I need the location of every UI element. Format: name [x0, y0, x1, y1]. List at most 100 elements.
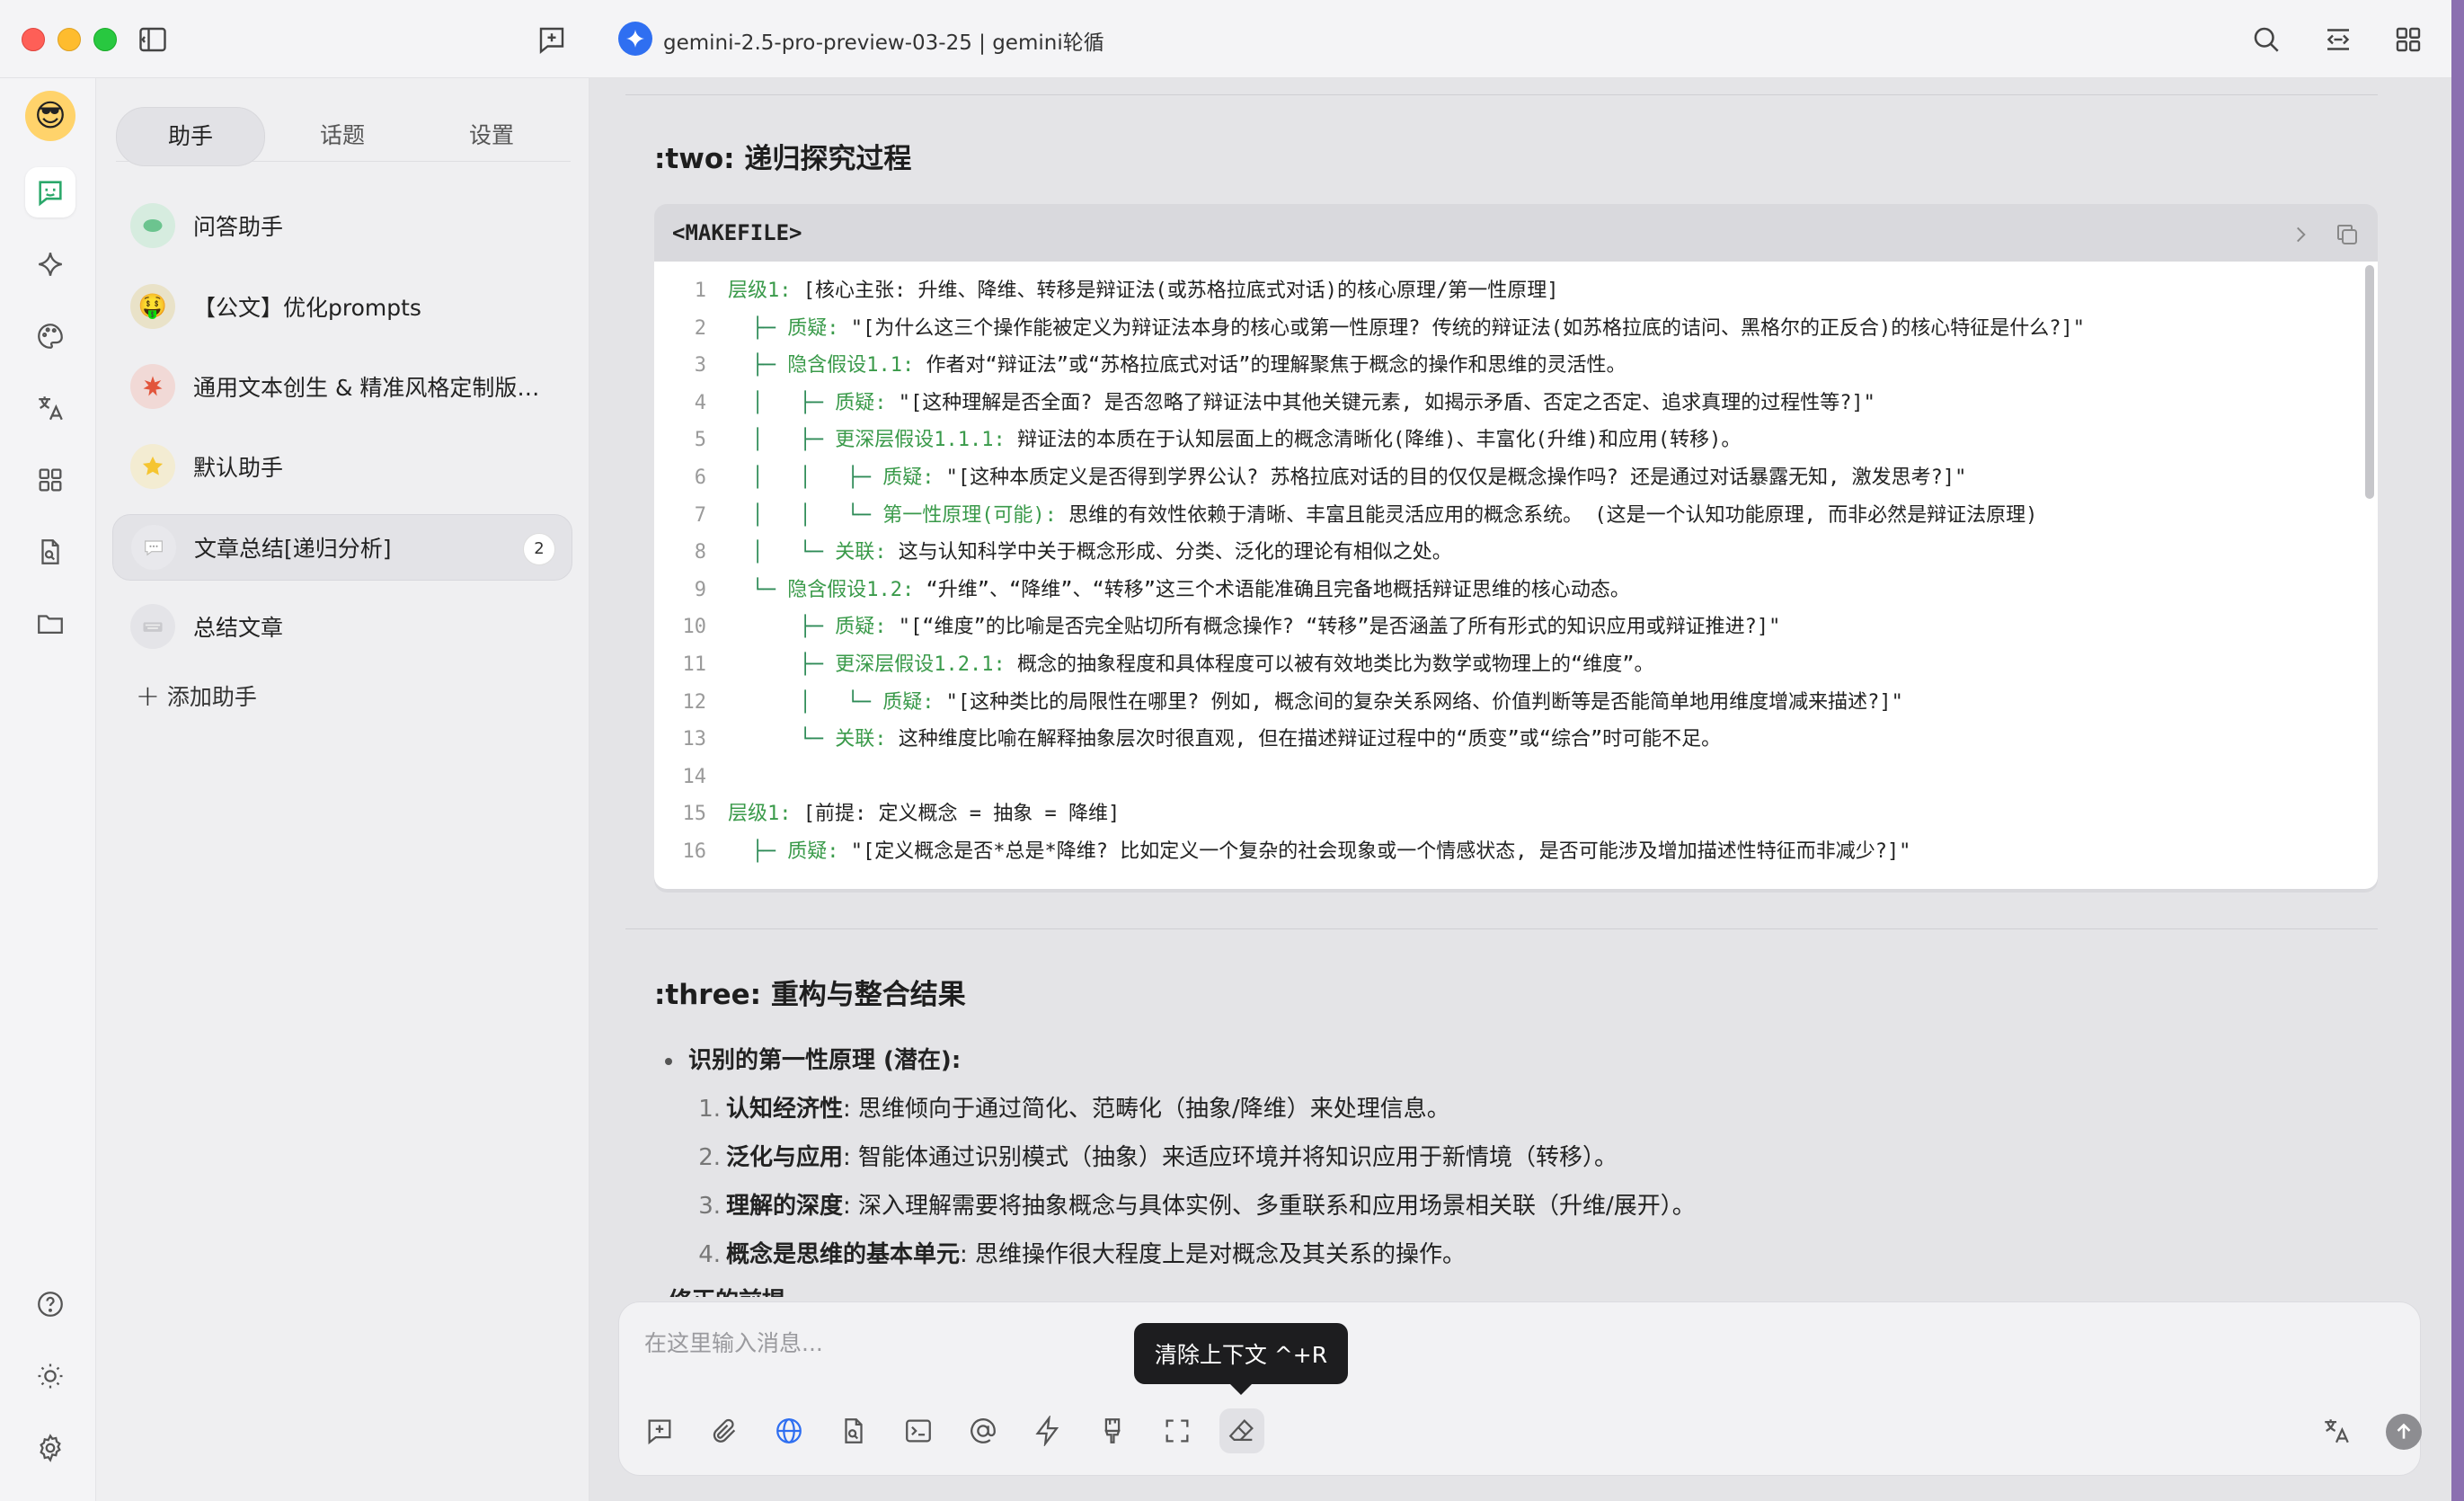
knowledge-file-icon[interactable] [25, 527, 75, 577]
list-number: 2. [698, 1144, 721, 1171]
money-face-icon: 🤑 [130, 284, 175, 329]
bullet-title: 识别的第一性原理 (潜在): [688, 1047, 962, 1074]
assistant-item-active[interactable]: 文章总结[递归分析] 2 [112, 514, 572, 581]
keyboard-icon [130, 604, 175, 649]
assistants-chat-icon[interactable] [25, 167, 75, 218]
code-line: 9 └─ 隐含假设1.2: “升维”、“降维”、“转移”这三个术语能准确且完备地… [654, 572, 1630, 608]
clear-context-eraser-icon[interactable] [1219, 1408, 1264, 1453]
attachment-icon[interactable] [702, 1408, 747, 1453]
close-window-button[interactable] [22, 28, 45, 51]
settings-gear-icon[interactable] [25, 1423, 75, 1473]
web-search-globe-icon[interactable] [767, 1408, 811, 1453]
paint-brush-icon[interactable] [1090, 1408, 1135, 1453]
line-number: 3 [694, 354, 706, 377]
search-icon[interactable] [2247, 20, 2286, 59]
code-body[interactable]: 1 层级1: [核心主张: 升维、降维、转移是辩证法(或苏格拉底式对话)的核心原理… [654, 262, 2378, 889]
tab-assistants[interactable]: 助手 [116, 107, 265, 166]
bullet-dot [665, 1057, 672, 1065]
assistant-item[interactable]: 总结文章 [112, 594, 571, 659]
assistant-item[interactable]: 问答助手 [112, 193, 571, 258]
code-key: 层级1: [728, 280, 792, 302]
code-key: 隐含假设1.1: [787, 354, 915, 377]
paint-palette-icon[interactable] [25, 311, 75, 361]
tab-topics[interactable]: 话题 [278, 107, 407, 164]
assistant-item[interactable]: 🤑 【公文】优化prompts [112, 274, 571, 339]
mini-apps-grid-icon[interactable] [2389, 20, 2428, 59]
line-number: 14 [682, 765, 707, 788]
model-title[interactable]: gemini-2.5-pro-preview-03-25 | gemini轮循 [663, 25, 1104, 56]
panel-tabs: 助手 话题 设置 [116, 93, 571, 166]
line-number: 10 [682, 616, 707, 639]
tree-branch: ├─ [728, 653, 836, 676]
code-text: 辩证法的本质在于认知层面上的概念清晰化(降维)、丰富化(升维)和应用(转移)。 [1005, 429, 1742, 452]
new-topic-icon[interactable] [637, 1408, 682, 1453]
knowledge-base-icon[interactable] [831, 1408, 876, 1453]
principle-term: 理解的深度 [726, 1193, 844, 1220]
section-heading: :three: 重构与整合结果 [654, 979, 966, 1011]
assistant-label: 总结文章 [193, 615, 284, 641]
new-topic-icon[interactable] [532, 20, 572, 59]
quick-phrase-lightning-icon[interactable] [1025, 1408, 1070, 1453]
code-scrollbar[interactable] [2365, 265, 2374, 499]
toggle-sidebar-icon[interactable] [133, 20, 173, 59]
fullscreen-expand-icon[interactable] [1155, 1408, 1200, 1453]
help-icon[interactable] [25, 1279, 75, 1329]
code-text: “升维”、“降维”、“转移”这三个术语能准确且完备地概括辩证思维的核心动态。 [914, 578, 1630, 601]
code-key: 质疑: [787, 316, 839, 340]
code-line: 10 ├─ 质疑: "[“维度”的比喻是否完全贴切所有概念操作? “转移”是否涵… [654, 608, 1781, 645]
code-key: 质疑: [835, 616, 887, 639]
line-number: 7 [694, 503, 706, 527]
line-number: 1 [694, 280, 706, 302]
assistant-item[interactable]: 默认助手 [112, 434, 571, 499]
plus-icon: + [136, 679, 160, 713]
add-assistant-button[interactable]: + 添加助手 [136, 679, 257, 713]
copy-icon[interactable] [2331, 218, 2363, 251]
speech-bubble-icon [131, 525, 176, 570]
app-window: gemini-2.5-pro-preview-03-25 | gemini轮循 … [0, 0, 2452, 1501]
folder-icon[interactable] [25, 599, 75, 649]
terminal-icon[interactable] [896, 1408, 941, 1453]
translate-input-icon[interactable] [2314, 1408, 2359, 1453]
code-line: 2 ├─ 质疑: "[为什么这三个操作能被定义为辩证法本身的核心或第一性原理? … [654, 310, 2085, 347]
narrow-mode-icon[interactable] [2318, 20, 2358, 59]
theme-toggle-icon[interactable] [25, 1351, 75, 1401]
line-number: 5 [694, 429, 706, 452]
tab-settings[interactable]: 设置 [427, 107, 556, 164]
assistant-item[interactable]: 通用文本创生 & 精准风格定制版… [112, 354, 571, 419]
user-avatar[interactable]: 😎 [25, 91, 75, 141]
message-input[interactable]: 在这里输入消息... [644, 1326, 823, 1358]
tree-branch: │ │ └─ [728, 503, 883, 527]
code-text: 作者对“辩证法”或“苏格拉底式对话”的理解聚焦于概念的操作和思维的灵活性。 [914, 354, 1626, 377]
assistant-label: 文章总结[递归分析] [194, 536, 392, 562]
agents-sparkle-icon[interactable] [25, 239, 75, 289]
message-input-box: 在这里输入消息... [618, 1301, 2422, 1476]
code-text: 这与认知科学中关于概念形成、分类、泛化的理论有相似之处。 [886, 541, 1452, 564]
tree-branch: └─ [728, 578, 788, 601]
mention-at-icon[interactable] [961, 1408, 1006, 1453]
line-number: 11 [682, 653, 707, 676]
tree-branch: ├─ [728, 840, 788, 863]
tree-branch: ├─ [728, 316, 788, 340]
add-assistant-label: 添加助手 [166, 684, 257, 710]
code-text: "[为什么这三个操作能被定义为辩证法本身的核心或第一性原理? 传统的辩证法(如苏… [838, 316, 2085, 340]
code-key: 更深层假设1.1.1: [835, 429, 1006, 452]
translate-icon[interactable] [25, 383, 75, 433]
bullet-item-cut: 修正的前提 [665, 1283, 785, 1297]
principle-item: 3. 理解的深度: 深入理解需要将抽象概念与具体实例、多重联系和应用场景相关联（升… [697, 1187, 1696, 1221]
assistant-label: 默认助手 [193, 455, 284, 481]
minimize-window-button[interactable] [58, 28, 81, 51]
principle-term: 认知经济性 [726, 1096, 844, 1123]
zoom-window-button[interactable] [93, 28, 117, 51]
line-number: 13 [682, 728, 707, 751]
cut-text: 修正的前提 [669, 1288, 785, 1297]
topic-count-badge: 2 [523, 533, 555, 565]
star-icon [130, 444, 175, 489]
code-line: 11 ├─ 更深层假设1.2.1: 概念的抽象程度和具体程度可以被有效地类比为数… [654, 646, 1654, 683]
code-text: [核心主张: 升维、降维、转移是辩证法(或苏格拉底式对话)的核心原理/第一性原理… [791, 280, 1559, 302]
code-line: 8 │ └─ 关联: 这与认知科学中关于概念形成、分类、泛化的理论有相似之处。 [654, 534, 1452, 571]
send-button[interactable] [2386, 1414, 2422, 1450]
expand-chevron-icon[interactable] [2284, 218, 2317, 251]
apps-grid-icon[interactable] [25, 455, 75, 505]
icon-rail: 😎 [0, 78, 96, 1501]
section-heading: :two: 递归探究过程 [654, 143, 912, 175]
